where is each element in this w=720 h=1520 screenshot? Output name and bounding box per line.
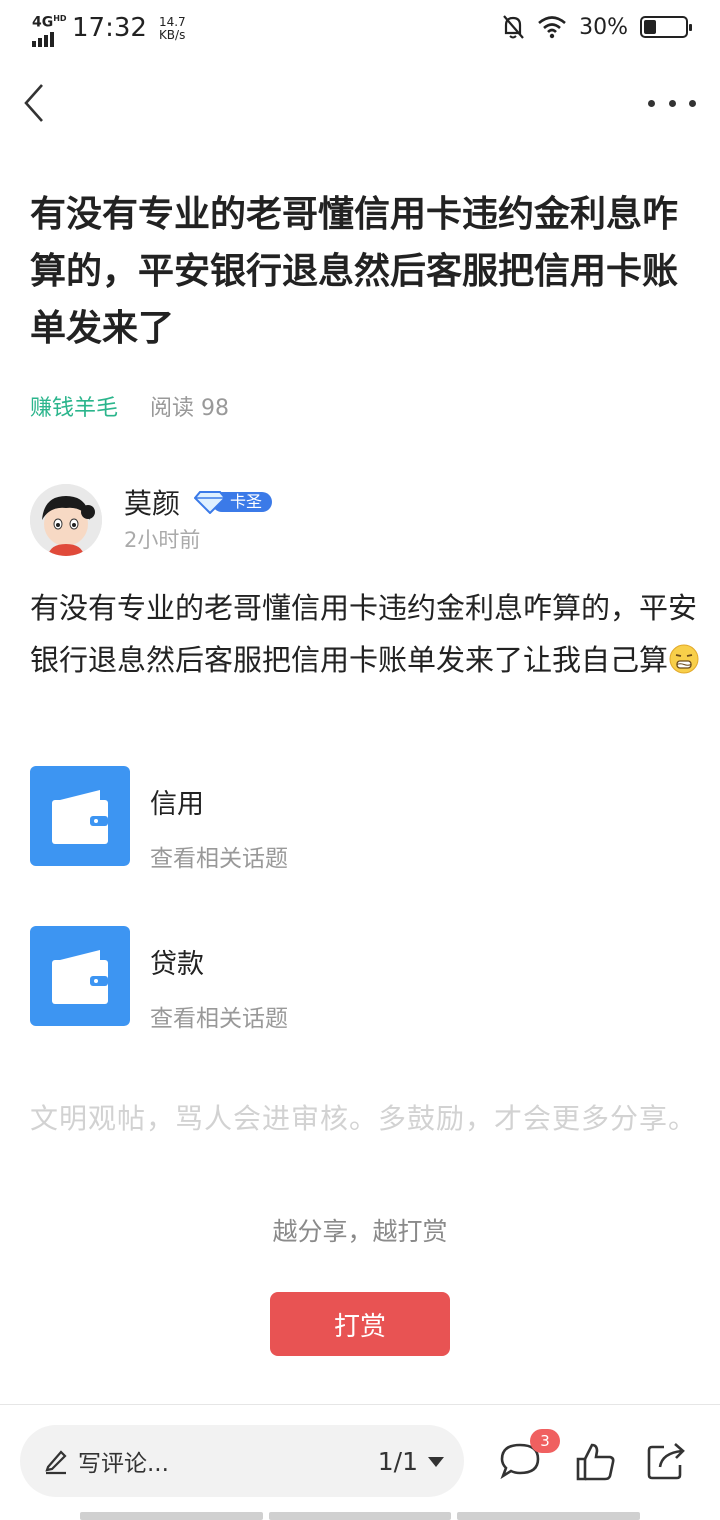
post-meta: 赚钱羊毛 阅读 98 [30, 390, 229, 422]
post-title: 有没有专业的老哥懂信用卡违约金利息咋算的，平安银行退息然后客服把信用卡账单发来了 [30, 194, 679, 349]
topic-name: 信用 [150, 789, 204, 820]
battery-percent: 30% [579, 14, 628, 40]
bottom-bar: 写评论... 1/1 3 [0, 1404, 720, 1520]
clock: 17:32 [72, 13, 147, 43]
diamond-icon [194, 491, 227, 514]
caret-down-icon [428, 1456, 444, 1467]
author-row: 莫颜 卡圣 [124, 482, 273, 522]
wallet-icon [52, 790, 108, 844]
author-block: 莫颜 卡圣 2小时前 [30, 482, 273, 558]
topic-icon [30, 766, 130, 866]
status-left: 4GHD 17:32 14.7 KB/s [32, 12, 186, 47]
network-type: 4G [32, 14, 54, 31]
topic-text: 信用 查看相关话题 [150, 766, 288, 872]
nav-bar [0, 58, 720, 150]
reward-button[interactable]: 打赏 [270, 1292, 450, 1356]
topic-text: 贷款 查看相关话题 [150, 926, 288, 1032]
status-right: 30% [501, 14, 692, 40]
gesture-bar [80, 1512, 641, 1520]
like-icon[interactable] [574, 1439, 618, 1483]
topic-name: 贷款 [150, 949, 204, 980]
speed-unit: KB/s [158, 28, 186, 42]
battery-icon [640, 16, 692, 38]
comment-hint: 文明观帖，骂人会进审核。多鼓励，才会更多分享。 [30, 1102, 698, 1135]
author-info: 莫颜 卡圣 2小时前 [124, 482, 273, 558]
page-selector[interactable]: 1/1 [378, 1447, 444, 1476]
network-speed: 14.7 KB/s [159, 16, 186, 42]
read-label: 阅读 [150, 396, 195, 421]
topic-sub: 查看相关话题 [150, 1006, 288, 1032]
comment-count-badge: 3 [530, 1429, 560, 1453]
page-indicator: 1/1 [377, 1447, 418, 1476]
bell-off-icon [503, 15, 524, 39]
topic-card-loan[interactable]: 贷款 查看相关话题 [30, 926, 630, 1032]
topic-card-credit[interactable]: 信用 查看相关话题 [30, 766, 630, 872]
grimace-emoji-icon [669, 644, 699, 674]
author-name[interactable]: 莫颜 [124, 482, 180, 522]
status-bar: 4GHD 17:32 14.7 KB/s 30% [0, 0, 720, 58]
more-button[interactable] [648, 88, 696, 118]
battery-fill [644, 20, 656, 34]
network-hd: HD [53, 14, 67, 23]
comment-placeholder: 写评论... [78, 1451, 169, 1477]
wifi-icon [538, 16, 566, 39]
avatar[interactable] [30, 484, 102, 556]
more-dots-icon [648, 99, 655, 107]
post-time: 2小时前 [124, 528, 201, 552]
back-button[interactable] [14, 78, 54, 128]
reward-hint: 越分享，越打赏 [272, 1217, 448, 1246]
author-badge: 卡圣 [194, 490, 273, 514]
comment-input[interactable]: 写评论... 1/1 [20, 1425, 464, 1497]
read-count: 阅读 98 [150, 390, 229, 422]
chevron-left-icon [24, 84, 43, 122]
post-body: 有没有专业的老哥懂信用卡违约金利息咋算的，平安银行退息然后客服把信用卡账单发来了… [30, 582, 700, 686]
network-indicator: 4GHD [32, 12, 68, 47]
wallet-icon [52, 950, 108, 1004]
avatar-image [30, 484, 102, 556]
read-number: 98 [201, 396, 230, 421]
topic-sub: 查看相关话题 [150, 846, 288, 872]
share-icon[interactable] [644, 1439, 688, 1483]
signal-icon [32, 31, 68, 47]
topic-link[interactable]: 赚钱羊毛 [30, 390, 118, 422]
pen-icon [45, 1450, 67, 1475]
topic-icon [30, 926, 130, 1026]
post-body-text: 有没有专业的老哥懂信用卡违约金利息咋算的，平安银行退息然后客服把信用卡账单发来了… [30, 591, 698, 677]
